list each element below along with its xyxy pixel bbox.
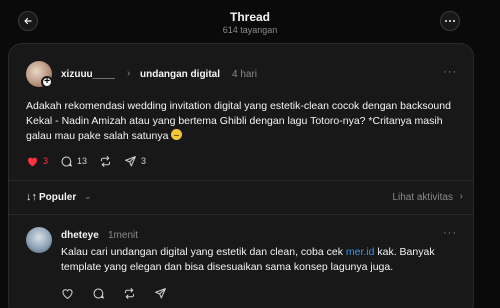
post-username[interactable]: xizuuu____ [61,69,115,80]
repost-button[interactable] [99,155,112,168]
worried-face-emoji-icon [171,129,183,140]
follow-plus-icon[interactable]: + [41,76,53,88]
post-actions: 3 13 3 [26,154,158,168]
send-icon [125,155,136,166]
reply-text: Kalau cari undangan digital yang estetik… [61,245,461,275]
more-options-button[interactable] [440,11,460,31]
share-button[interactable]: 3 [124,155,146,168]
send-icon [155,288,166,299]
reply-time: 1menit [108,230,139,241]
reply-link[interactable]: mer.id [346,246,375,258]
comment-button[interactable] [92,287,105,300]
reply-text-before: Kalau cari undangan digital yang estetik… [61,246,346,258]
post-body: Adakah rekomendasi wedding invitation di… [26,100,451,142]
chevron-down-icon[interactable]: ⌄ [84,191,92,202]
page-title: Thread [229,10,270,24]
top-bar: Thread 614 tayangan [0,0,500,42]
like-button[interactable]: 3 [26,155,48,168]
comment-icon [93,288,104,299]
repost-icon [124,288,135,299]
like-count: 3 [43,156,49,166]
reply-actions [61,287,185,300]
view-activity-link[interactable]: Lihat aktivitas [392,192,453,203]
sort-dropdown[interactable]: Populer [39,192,76,203]
view-count: 614 tayangan [222,25,278,35]
share-count: 3 [141,156,147,166]
share-button[interactable] [154,287,167,300]
thread-card: + xizuuu____ › undangan digital 4 hari ·… [8,43,474,308]
heart-icon [62,289,73,299]
like-button[interactable] [61,287,74,300]
comment-icon [61,156,72,166]
comment-button[interactable]: 13 [60,155,87,168]
comment-count: 13 [77,156,88,166]
repost-icon [100,155,111,167]
sort-arrows-icon[interactable]: ↓↑ [26,191,37,203]
reply-post: dheteye 1menit ··· Kalau cari undangan d… [9,215,473,308]
reply-more-icon[interactable]: ··· [443,227,457,239]
post-more-icon[interactable]: ··· [443,66,457,78]
more-horizontal-icon [445,20,455,22]
avatar[interactable] [26,227,52,253]
post-time: 4 hari [232,69,258,80]
chevron-right-icon[interactable]: › [460,191,463,202]
chevron-right-icon: › [127,68,131,79]
repost-button[interactable] [123,287,136,300]
sort-bar: ↓↑ Populer ⌄ Lihat aktivitas › [9,181,473,214]
post-text: Adakah rekomendasi wedding invitation di… [26,99,466,144]
heart-icon [27,157,38,166]
reply-username[interactable]: dheteye [61,230,99,241]
post-topic[interactable]: undangan digital [140,69,220,80]
